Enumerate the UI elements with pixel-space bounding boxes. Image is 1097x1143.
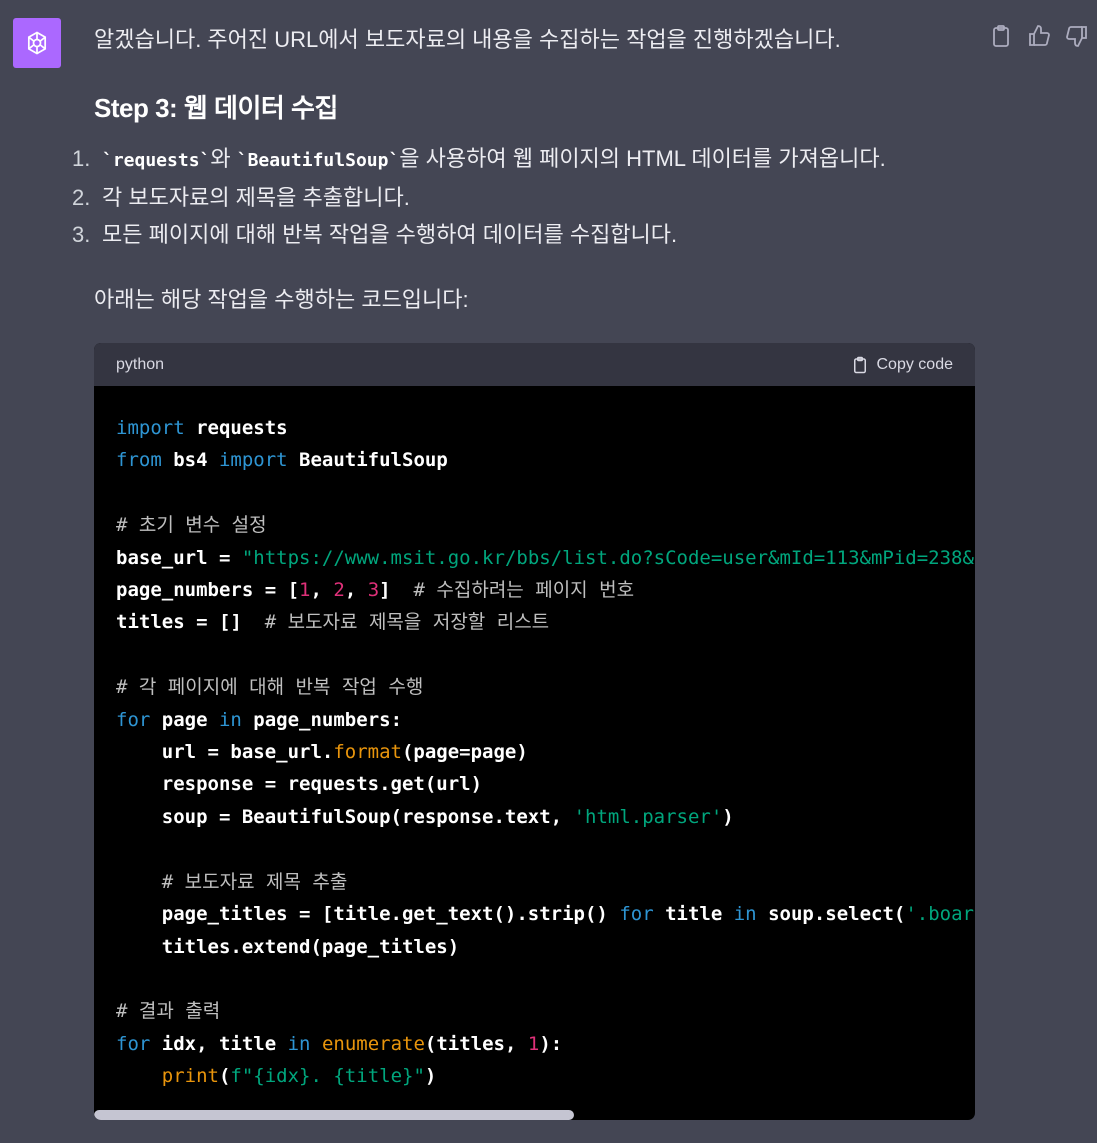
code-content: import requests from bs4 import Beautifu… xyxy=(116,417,975,1088)
list-item: 2. 각 보도자료의 제목을 추출합니다. xyxy=(72,185,410,210)
code-header: python Copy code xyxy=(94,343,975,386)
assistant-avatar xyxy=(13,18,61,68)
clipboard-icon xyxy=(853,356,866,373)
horizontal-scrollbar[interactable] xyxy=(94,1110,574,1120)
code-language: python xyxy=(116,355,165,373)
code-block: python Copy code import requests from bs… xyxy=(94,343,975,1120)
message-actions xyxy=(989,24,1089,48)
openai-logo-icon xyxy=(27,31,47,55)
steps-list: 1. `requests`와 `BeautifulSoup`을 사용하여 웹 페이… xyxy=(72,140,886,253)
step-heading: Step 3: 웹 데이터 수집 xyxy=(94,93,338,123)
clipboard-icon[interactable] xyxy=(989,24,1013,48)
thumbs-up-icon[interactable] xyxy=(1027,24,1051,48)
intro-text: 알겠습니다. 주어진 URL에서 보도자료의 내용을 수집하는 작업을 진행하겠… xyxy=(94,27,841,52)
lead-text: 아래는 해당 작업을 수행하는 코드입니다: xyxy=(94,287,469,312)
copy-code-label: Copy code xyxy=(876,355,954,373)
copy-code-button[interactable]: Copy code xyxy=(851,355,954,375)
list-item: 3. 모든 페이지에 대해 반복 작업을 수행하여 데이터를 수집합니다. xyxy=(72,222,678,247)
list-item: 1. `requests`와 `BeautifulSoup`을 사용하여 웹 페이… xyxy=(72,146,886,171)
thumbs-down-icon[interactable] xyxy=(1065,24,1089,48)
